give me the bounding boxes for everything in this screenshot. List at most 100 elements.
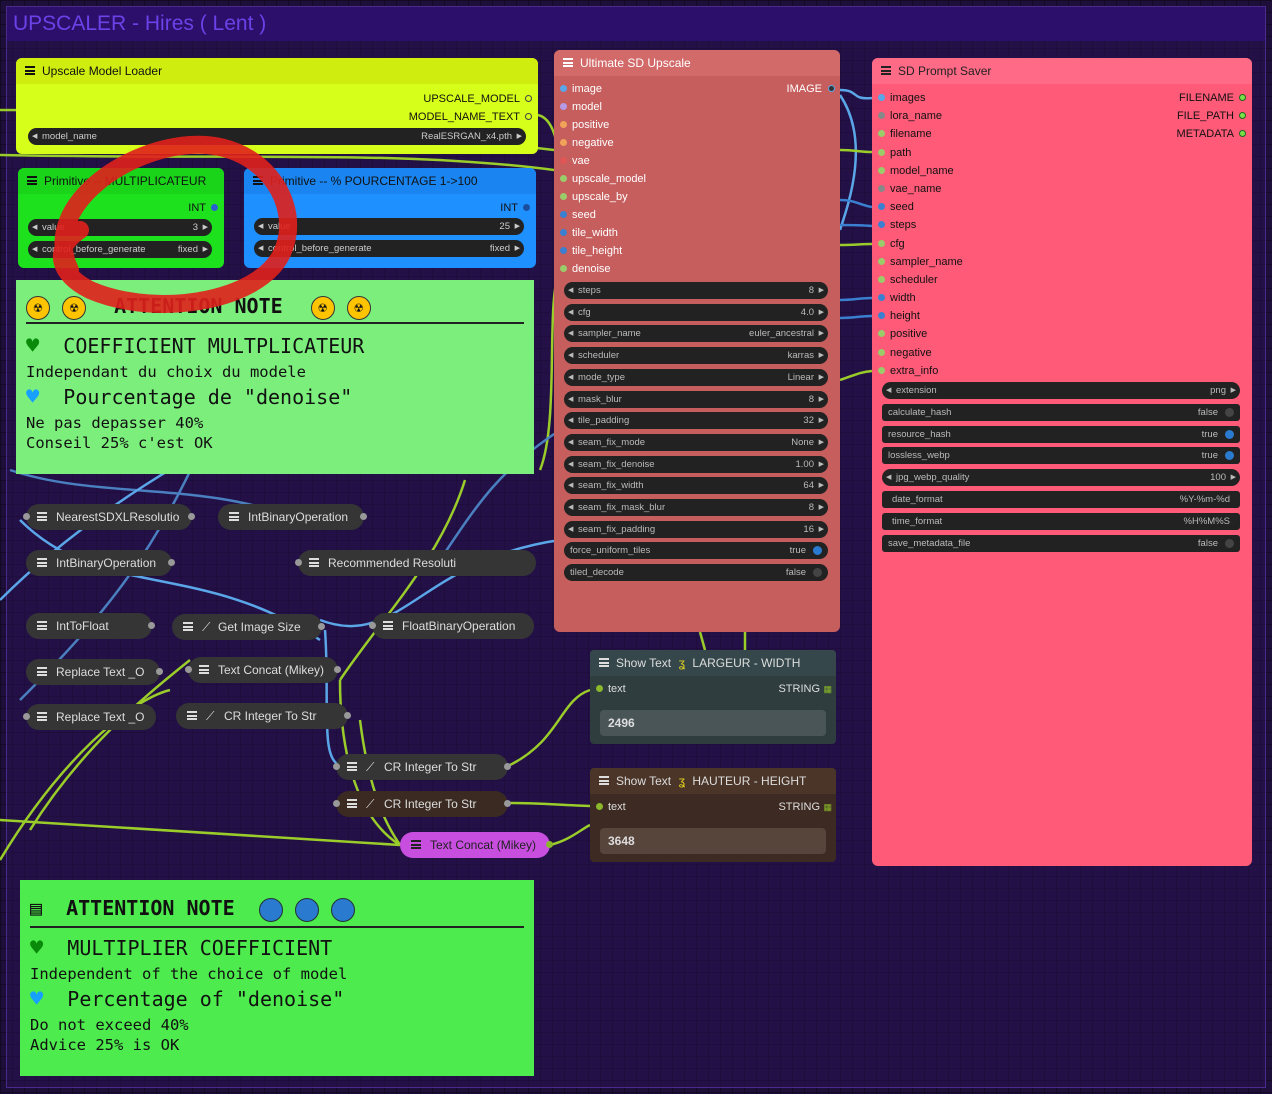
input-socket-icon[interactable] xyxy=(878,312,885,320)
collapsed-node-cr-integer-3[interactable]: ⟋ CR Integer To Str xyxy=(333,791,511,817)
arrow-right-icon[interactable]: ▶ xyxy=(819,477,824,494)
input-socket-icon[interactable] xyxy=(560,103,567,110)
input-model-name[interactable]: model_name xyxy=(872,162,1072,180)
show-text-width-node[interactable]: Show Text ʓ LARGEUR - WIDTH text STRING … xyxy=(590,650,836,744)
widget-mask-blur[interactable]: ◀ mask_blur 8 ▶ xyxy=(564,390,828,408)
input-positive[interactable]: positive xyxy=(554,116,754,134)
arrow-left-icon[interactable]: ◀ xyxy=(568,499,573,516)
toggle-tiled-decode[interactable]: tiled_decode false xyxy=(564,564,828,582)
menu-icon[interactable] xyxy=(183,622,193,631)
toggle-knob-icon[interactable] xyxy=(1225,538,1234,548)
grid-socket-icon[interactable]: ▦ xyxy=(823,680,832,698)
menu-icon[interactable] xyxy=(599,658,609,667)
output-socket-icon[interactable] xyxy=(504,800,511,807)
ultimate-sd-upscale-node[interactable]: Ultimate SD Upscale IMAGE image model posi… xyxy=(554,50,840,632)
collapsed-node-float-binary[interactable]: FloatBinaryOperation xyxy=(369,613,534,639)
toggle-knob-icon[interactable] xyxy=(813,568,822,578)
output-socket-icon[interactable] xyxy=(334,666,341,673)
show-text-height-node[interactable]: Show Text ʓ HAUTEUR - HEIGHT text STRING… xyxy=(590,768,836,862)
input-socket-icon[interactable] xyxy=(560,139,567,146)
toggle-force-uniform-tiles[interactable]: force_uniform_tiles true xyxy=(564,542,828,560)
widget-seam-fix-width[interactable]: ◀ seam_fix_width 64 ▶ xyxy=(564,477,828,495)
output-socket-icon[interactable] xyxy=(318,623,325,630)
grid-socket-icon[interactable]: ▦ xyxy=(823,798,832,816)
input-socket-icon[interactable] xyxy=(878,184,885,192)
widget-lossless-webp[interactable]: lossless_webp true xyxy=(882,447,1240,465)
output-socket-icon[interactable] xyxy=(156,668,163,675)
input-denoise[interactable]: denoise xyxy=(554,260,754,278)
widget-tile-padding[interactable]: ◀ tile_padding 32 ▶ xyxy=(564,412,828,430)
output-socket-icon[interactable] xyxy=(148,622,155,629)
input-socket-icon[interactable] xyxy=(878,166,885,174)
widget-extension[interactable]: ◀ extension png ▶ xyxy=(882,382,1240,399)
arrow-left-icon[interactable]: ◀ xyxy=(886,469,891,486)
output-socket-icon[interactable] xyxy=(504,763,511,770)
arrow-right-icon[interactable]: ▶ xyxy=(819,499,824,516)
input-positive[interactable]: positive xyxy=(872,325,1072,343)
menu-icon[interactable] xyxy=(37,667,47,676)
output-socket-icon[interactable] xyxy=(1239,112,1246,119)
input-image[interactable]: image xyxy=(554,80,754,98)
input-cfg[interactable]: cfg xyxy=(872,235,1072,253)
input-socket-icon[interactable] xyxy=(333,800,340,807)
input-socket-icon[interactable] xyxy=(878,148,885,156)
menu-icon[interactable] xyxy=(37,512,47,521)
widget-calculate-hash[interactable]: calculate_hash false xyxy=(882,403,1240,421)
arrow-right-icon[interactable]: ▶ xyxy=(819,521,824,538)
arrow-right-icon[interactable]: ▶ xyxy=(819,456,824,473)
toggle-knob-icon[interactable] xyxy=(1225,429,1234,439)
menu-icon[interactable] xyxy=(599,776,609,785)
arrow-right-icon[interactable]: ▶ xyxy=(1231,469,1236,486)
arrow-left-icon[interactable]: ◀ xyxy=(568,347,573,364)
output-socket-icon[interactable] xyxy=(188,513,195,520)
input-model[interactable]: model xyxy=(554,98,754,116)
input-socket-icon[interactable] xyxy=(596,685,603,692)
collapsed-node-recommended[interactable]: Recommended Resoluti xyxy=(295,550,536,576)
sd-prompt-saver-node[interactable]: SD Prompt Saver FILENAME FILE_PATH METADAT… xyxy=(872,58,1252,866)
menu-icon[interactable] xyxy=(347,799,357,808)
collapsed-node-replace-text-2[interactable]: Replace Text _O xyxy=(23,704,156,730)
output-file-path[interactable]: FILE_PATH xyxy=(1052,107,1252,125)
input-extra-info[interactable]: extra_info xyxy=(872,362,1072,380)
widget-save-metadata-file[interactable]: save_metadata_file false xyxy=(882,534,1240,552)
arrow-left-icon[interactable]: ◀ xyxy=(568,304,573,321)
output-socket-icon[interactable] xyxy=(546,841,553,848)
input-negative[interactable]: negative xyxy=(872,344,1072,362)
node-title[interactable]: Ultimate SD Upscale xyxy=(554,50,840,76)
menu-icon[interactable] xyxy=(563,58,573,67)
widget-scheduler[interactable]: ◀ scheduler karras ▶ xyxy=(564,347,828,365)
menu-icon[interactable] xyxy=(229,512,239,521)
collapsed-node-text-concat-2[interactable]: Text Concat (Mikey) xyxy=(400,832,553,858)
arrow-left-icon[interactable]: ◀ xyxy=(568,477,573,494)
collapsed-node-int-to-float[interactable]: IntToFloat xyxy=(26,613,155,639)
arrow-left-icon[interactable]: ◀ xyxy=(568,412,573,429)
menu-icon[interactable] xyxy=(199,665,209,674)
arrow-left-icon[interactable]: ◀ xyxy=(568,391,573,408)
input-socket-icon[interactable] xyxy=(878,366,885,374)
input-socket-icon[interactable] xyxy=(23,513,30,520)
menu-icon[interactable] xyxy=(881,66,891,75)
input-text[interactable]: text STRING ▦ xyxy=(590,798,836,816)
collapsed-node-get-image-size[interactable]: ⟋ Get Image Size xyxy=(172,614,325,640)
input-socket-icon[interactable] xyxy=(878,239,885,247)
widget-seam-fix-denoise[interactable]: ◀ seam_fix_denoise 1.00 ▶ xyxy=(564,455,828,473)
collapsed-node-text-concat-1[interactable]: Text Concat (Mikey) xyxy=(185,657,341,683)
arrow-right-icon[interactable]: ▶ xyxy=(1231,382,1236,399)
menu-icon[interactable] xyxy=(347,762,357,771)
collapsed-node-int-binary-2[interactable]: IntBinaryOperation xyxy=(26,550,175,576)
arrow-right-icon[interactable]: ▶ xyxy=(819,282,824,299)
text-display[interactable]: 3648 xyxy=(600,828,826,854)
input-socket-icon[interactable] xyxy=(878,130,885,138)
input-socket-icon[interactable] xyxy=(878,221,885,229)
menu-icon[interactable] xyxy=(383,621,393,630)
widget-resource-hash[interactable]: resource_hash true xyxy=(882,425,1240,443)
collapsed-node-replace-text-1[interactable]: Replace Text _O xyxy=(26,659,163,685)
input-socket-icon[interactable] xyxy=(878,275,885,283)
note-en[interactable]: ▤ ATTENTION NOTE ♥ MULTIPLIER COEFFICIEN… xyxy=(20,880,534,1076)
input-socket-icon[interactable] xyxy=(878,330,885,338)
input-height[interactable]: height xyxy=(872,307,1072,325)
node-title[interactable]: SD Prompt Saver xyxy=(872,58,1252,84)
arrow-left-icon[interactable]: ◀ xyxy=(568,456,573,473)
toggle-knob-icon[interactable] xyxy=(813,546,822,556)
input-socket-icon[interactable] xyxy=(560,157,567,164)
